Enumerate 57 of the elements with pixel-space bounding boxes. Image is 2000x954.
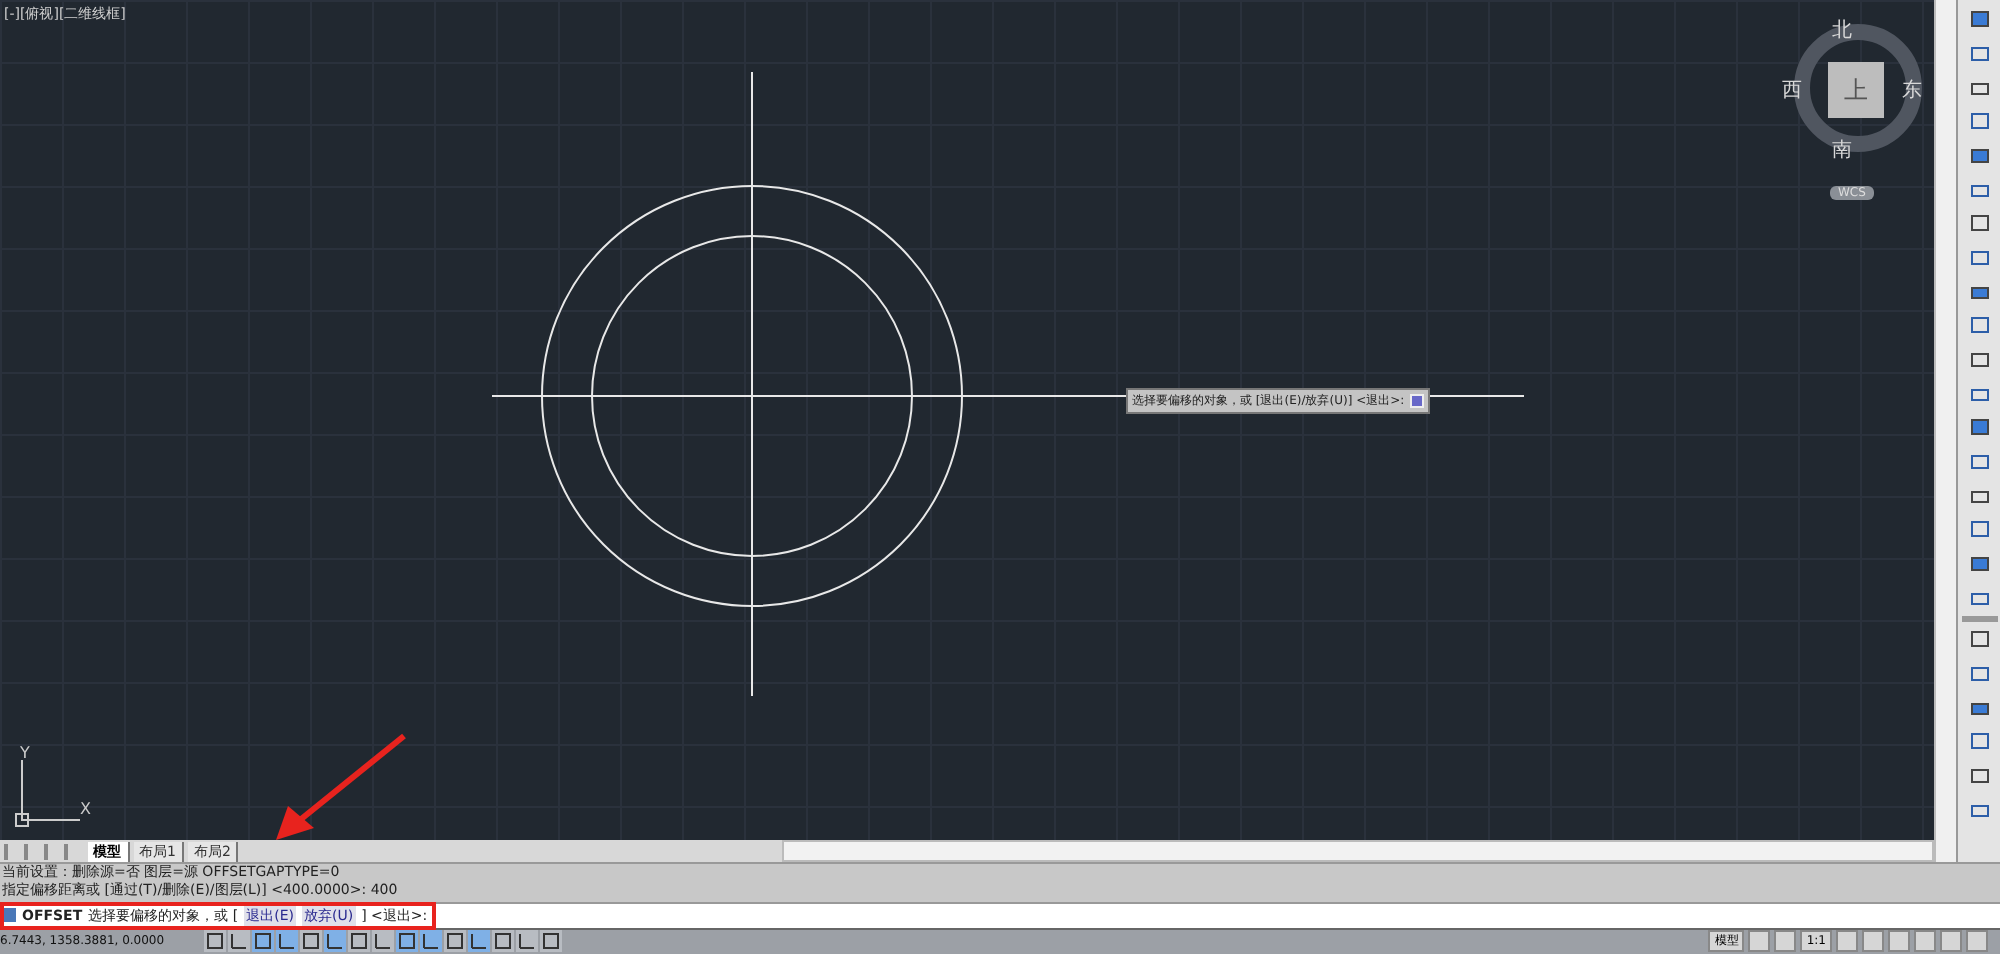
compass-label[interactable]: 西 (1782, 76, 1802, 104)
tool-icon (1967, 110, 1992, 134)
toggle-icon (278, 932, 296, 951)
drafting-toggle-button[interactable] (276, 930, 298, 953)
drafting-toggle-button[interactable] (324, 930, 346, 953)
compass-label[interactable]: 南 (1832, 136, 1852, 164)
compass-label[interactable]: 东 (1902, 76, 1922, 104)
drafting-toggle-button[interactable] (300, 930, 322, 953)
toggle-icon (230, 932, 248, 951)
drafting-toggle-button[interactable] (252, 930, 274, 953)
toggle-icon (254, 932, 272, 951)
drafting-toggle-button[interactable] (540, 930, 562, 953)
tool-icon (1967, 246, 1992, 270)
tool-icon (1967, 764, 1992, 788)
drafting-toggle-button[interactable] (372, 930, 394, 953)
drafting-toggle-button[interactable] (444, 930, 466, 953)
toggle-icon (302, 932, 320, 951)
tool-icon (1967, 450, 1992, 474)
drafting-toggle-button[interactable] (468, 930, 490, 953)
toggle-icon (398, 932, 416, 951)
tool-icon (1967, 314, 1992, 338)
drafting-toggle-button[interactable] (516, 930, 538, 953)
tool-icon (1967, 212, 1992, 236)
drafting-toggle-button[interactable] (492, 930, 514, 953)
drafting-toggle-button[interactable] (396, 930, 418, 953)
toggle-icon (206, 932, 224, 951)
toggle-icon (542, 932, 560, 951)
drafting-toggle-button[interactable] (228, 930, 250, 953)
drafting-toggle-button[interactable] (204, 930, 226, 953)
tool-icon (1967, 8, 1992, 32)
toggle-icon (350, 932, 368, 951)
tool-icon (1967, 42, 1992, 66)
tool-icon (1967, 552, 1992, 576)
toggle-icon (326, 932, 344, 951)
toggle-icon (470, 932, 488, 951)
tool-icon (1967, 518, 1992, 542)
drafting-toggle-button[interactable] (348, 930, 370, 953)
axis-label: X (80, 800, 91, 818)
tool-icon (1967, 628, 1992, 652)
tool-icon (1967, 348, 1992, 372)
viewcube-face[interactable]: 上 (1828, 62, 1884, 118)
toggle-icon (518, 932, 536, 951)
tool-icon (1967, 730, 1992, 754)
toggle-icon (422, 932, 440, 951)
tool-icon (1967, 662, 1992, 686)
tool-icon (1967, 416, 1992, 440)
tooltip-icon (1410, 394, 1425, 408)
axis-label: Y (20, 744, 30, 762)
annotation-arrow (276, 733, 406, 840)
drafting-toggle-button[interactable] (420, 930, 442, 953)
toggle-icon (494, 932, 512, 951)
horizontal-scrollbar[interactable] (782, 840, 1934, 862)
ucs-axes-icon (15, 759, 81, 827)
toggle-icon (446, 932, 464, 951)
compass-label[interactable]: 北 (1832, 16, 1852, 44)
toggle-icon (374, 932, 392, 951)
tool-icon (1967, 144, 1992, 168)
